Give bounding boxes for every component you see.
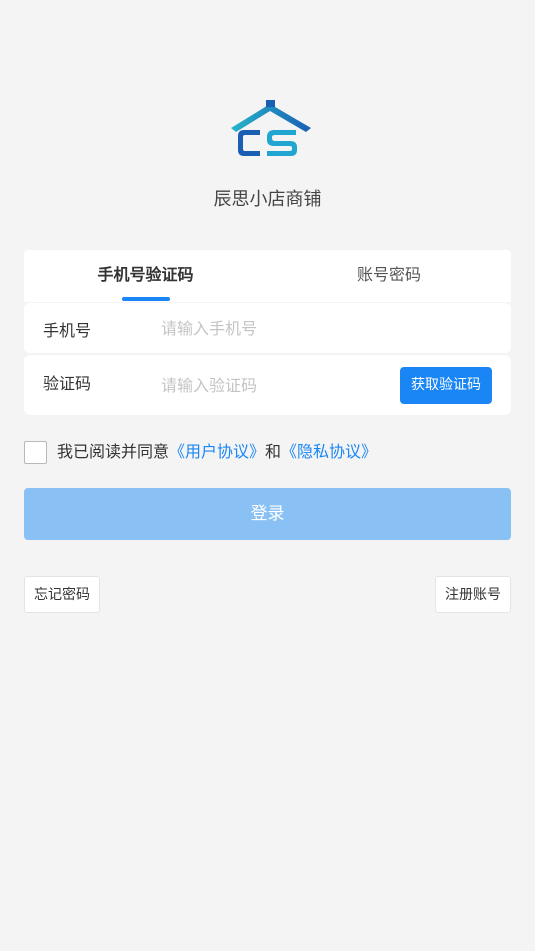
- agreement-text: 我已阅读并同意《用户协议》和《隐私协议》: [57, 442, 377, 462]
- tab-phone-code[interactable]: 手机号验证码: [24, 250, 267, 302]
- agreement-prefix: 我已阅读并同意: [57, 442, 170, 461]
- active-tab-indicator: [122, 297, 170, 301]
- code-input[interactable]: [161, 373, 391, 397]
- privacy-policy-link[interactable]: 《隐私协议》: [281, 442, 377, 461]
- phone-label: 手机号: [43, 321, 92, 340]
- shop-name: 辰思小店商铺: [213, 189, 322, 210]
- login-button[interactable]: 登录: [24, 488, 511, 540]
- tab-account-password[interactable]: 账号密码: [267, 250, 511, 302]
- agreement-conjunction: 和: [265, 442, 282, 461]
- house-cs-logo-icon: [231, 100, 311, 156]
- register-account-button[interactable]: 注册账号: [435, 576, 511, 613]
- get-code-button[interactable]: 获取验证码: [400, 367, 492, 404]
- login-method-tabs: 手机号验证码 账号密码: [24, 250, 511, 302]
- phone-row: 手机号: [24, 303, 511, 353]
- user-agreement-link[interactable]: 《用户协议》: [169, 442, 265, 461]
- shop-logo: [230, 100, 312, 160]
- code-row: 验证码 获取验证码: [24, 355, 511, 415]
- forgot-password-button[interactable]: 忘记密码: [24, 576, 100, 613]
- phone-input[interactable]: [161, 316, 481, 340]
- agreement-checkbox[interactable]: [24, 441, 47, 464]
- code-label: 验证码: [43, 374, 92, 393]
